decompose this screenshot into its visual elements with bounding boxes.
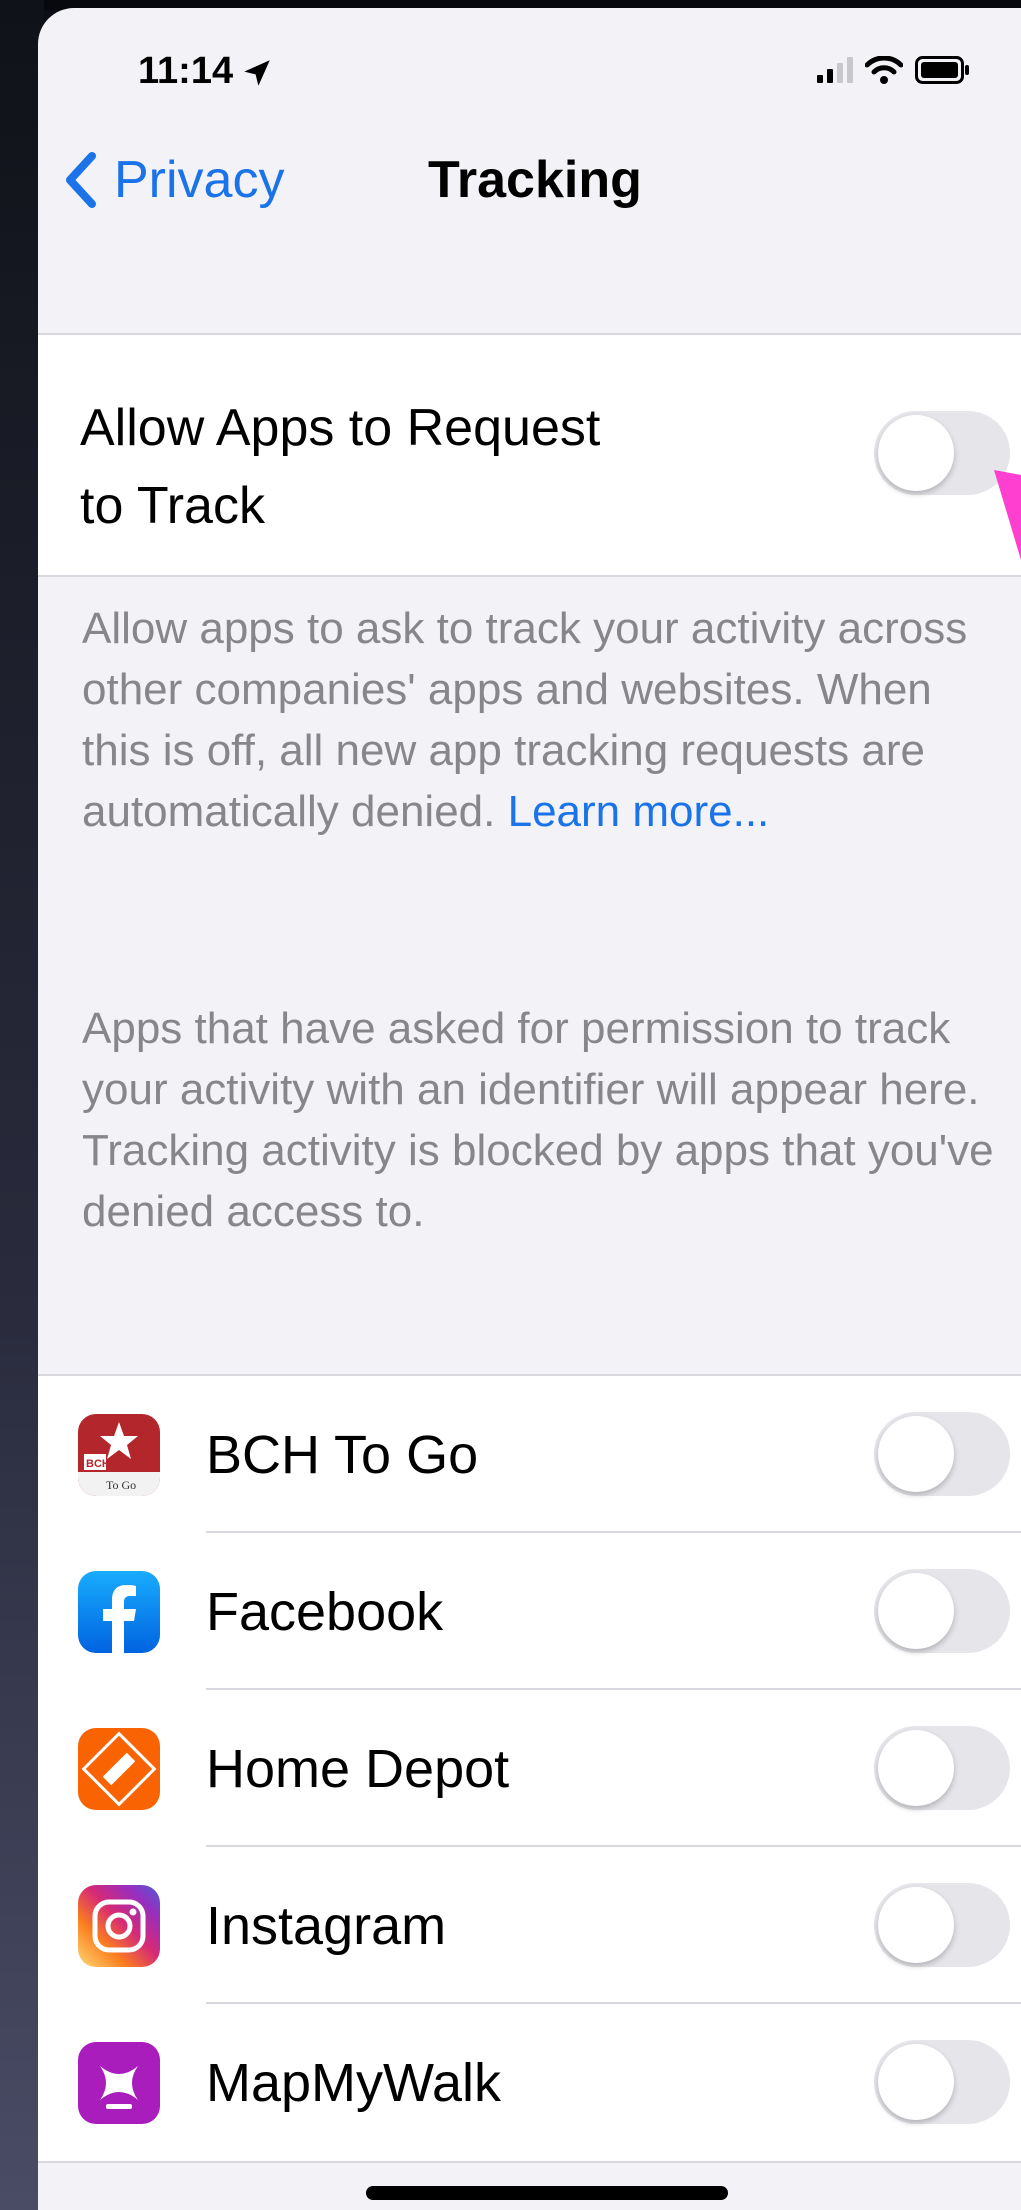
app-tracking-toggle[interactable] (874, 2040, 1010, 2124)
chevron-left-icon (66, 152, 96, 208)
app-name: MapMyWalk (206, 2053, 502, 2113)
learn-more-link[interactable]: Learn more... (508, 787, 770, 836)
battery-icon (915, 56, 969, 84)
bch-to-go-app-icon: BCH To Go (78, 1414, 160, 1496)
app-tracking-list: BCH To Go BCH To Go Facebook Home Depot … (38, 1374, 1021, 2163)
app-tracking-toggle[interactable] (874, 1412, 1010, 1496)
svg-text:To Go: To Go (106, 1478, 136, 1492)
mapmywalk-app-icon (78, 2042, 160, 2124)
app-tracking-toggle[interactable] (874, 1726, 1010, 1810)
toggle-knob (878, 1730, 954, 1806)
wifi-icon (865, 56, 903, 84)
location-arrow-icon (244, 60, 270, 86)
toggle-knob (878, 2044, 954, 2120)
back-button[interactable]: Privacy (60, 150, 284, 210)
app-row-mapmywalk[interactable]: MapMyWalk (38, 2004, 1021, 2161)
instagram-app-icon (78, 1885, 160, 1967)
app-name: Facebook (206, 1582, 444, 1642)
app-name: Instagram (206, 1896, 447, 1956)
allow-tracking-row: Allow Apps to Request to Track (38, 333, 1021, 577)
status-bar: 11:14 (38, 8, 1021, 128)
app-name: Home Depot (206, 1739, 510, 1799)
tracking-info-text: Apps that have asked for permission to t… (82, 1004, 994, 1236)
status-time: 11:14 (138, 50, 234, 92)
facebook-app-icon (78, 1571, 160, 1653)
app-tracking-toggle[interactable] (874, 1883, 1010, 1967)
app-row-home-depot[interactable]: Home Depot (38, 1690, 1021, 1847)
navigation-bar: Privacy Tracking (38, 136, 1021, 236)
app-row-facebook[interactable]: Facebook (38, 1533, 1021, 1690)
svg-text:BCH: BCH (86, 1458, 110, 1470)
page-title: Tracking (428, 151, 642, 209)
back-label: Privacy (114, 151, 285, 209)
allow-tracking-description: Allow apps to ask to track your activity… (82, 598, 1012, 842)
status-indicators (817, 56, 971, 84)
home-depot-app-icon (78, 1728, 160, 1810)
toggle-knob (878, 1416, 954, 1492)
app-name: BCH To Go (206, 1425, 479, 1485)
cellular-signal-icon (817, 57, 853, 83)
app-row-instagram[interactable]: Instagram (38, 1847, 1021, 2004)
allow-tracking-label: Allow Apps to Request to Track (80, 399, 601, 535)
toggle-knob (878, 1573, 954, 1649)
app-tracking-toggle[interactable] (874, 1569, 1010, 1653)
home-indicator[interactable] (366, 2186, 728, 2200)
toggle-knob (878, 415, 954, 491)
phone-screen: 11:14 Privacy Tracking Allow Apps to Req… (38, 8, 1021, 2210)
app-row-bch-to-go[interactable]: BCH To Go BCH To Go (38, 1376, 1021, 1533)
allow-tracking-toggle[interactable] (874, 411, 1010, 495)
toggle-knob (878, 1887, 954, 1963)
